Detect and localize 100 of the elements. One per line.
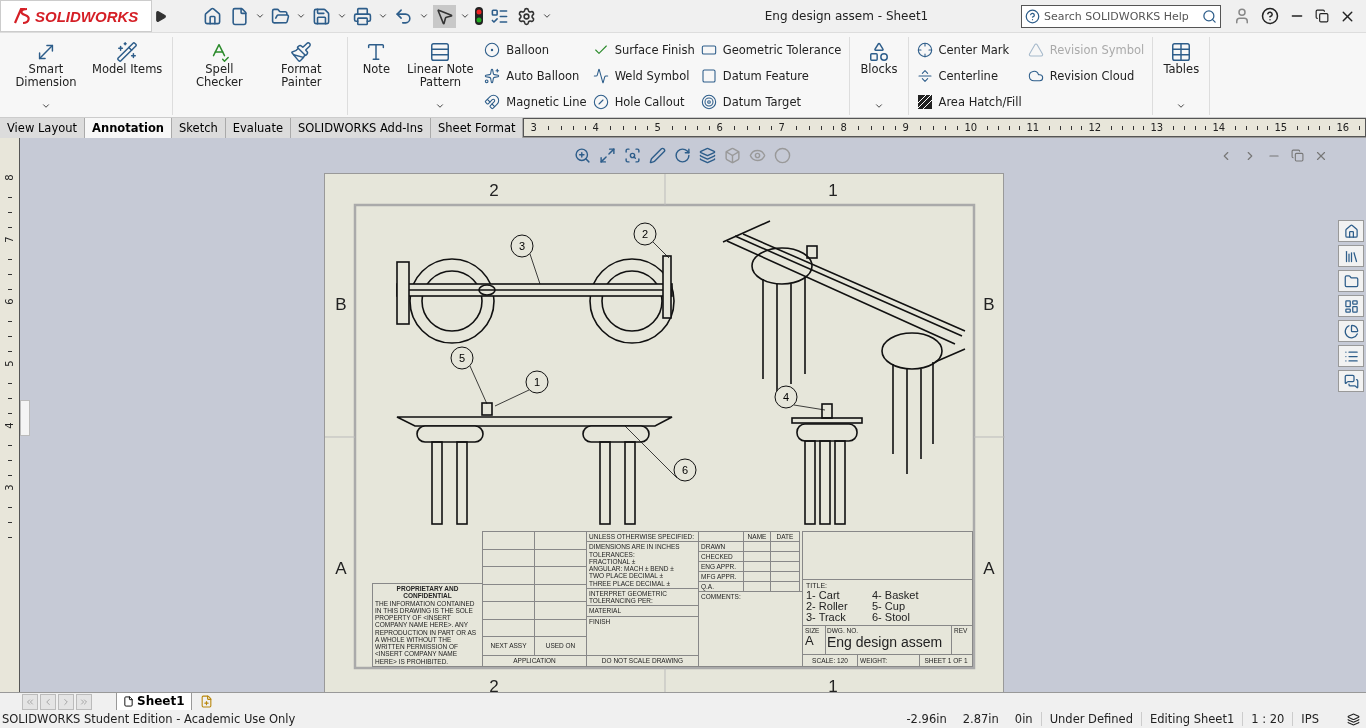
ribbon-button[interactable]: Format Painter (263, 37, 340, 115)
zoom-fit-icon[interactable] (597, 145, 618, 166)
ribbon-tab[interactable]: SOLIDWORKS Add-Ins (291, 118, 431, 138)
leader-line (529, 253, 541, 285)
ribbon-tab[interactable]: Sheet Format (431, 118, 524, 138)
folder-icon[interactable] (1338, 270, 1364, 292)
window-title: Eng design assem - Sheet1 (763, 9, 930, 23)
rectangle-icon (700, 42, 717, 58)
chat-icon[interactable] (1338, 370, 1364, 392)
ribbon-button[interactable]: Auto Balloon (484, 66, 587, 86)
dashboard-icon[interactable] (1338, 295, 1364, 317)
logo-mark-icon (13, 7, 33, 25)
search-icon (1202, 8, 1217, 24)
zigzag-line-icon (592, 68, 609, 84)
rotate-icon[interactable] (672, 145, 693, 166)
status-field: 0in (1006, 712, 1041, 726)
zone-label: B (983, 295, 995, 314)
drawing-number: Eng design assem (827, 634, 944, 651)
user-icon[interactable] (1233, 7, 1251, 25)
leader-line (494, 389, 530, 407)
vertical-ruler: 8 7 6 5 4 3 (0, 138, 20, 692)
centerline-icon (916, 68, 933, 84)
status-text: SOLIDWORKS Student Edition - Academic Use Only (2, 712, 296, 726)
triangle-icon (1027, 42, 1044, 58)
leader-line (793, 404, 826, 411)
add-sheet-icon[interactable] (199, 695, 213, 708)
paintbrush-icon (290, 41, 313, 63)
ribbon-button[interactable]: Note (356, 37, 397, 115)
library-icon[interactable] (1338, 245, 1364, 267)
ribbon-button[interactable]: Spell Checker (181, 37, 258, 115)
app-logo[interactable]: SOLIDWORKS (0, 0, 152, 32)
ribbon-button[interactable]: Balloon (484, 40, 587, 60)
status-field: -2.96in (898, 712, 955, 726)
ribbon-button[interactable]: Surface Finish (592, 40, 695, 60)
balloon: 5 (450, 346, 474, 370)
chevron-icon (61, 696, 71, 707)
layers-icon[interactable] (1347, 712, 1360, 726)
caret-icon (460, 11, 470, 21)
ribbon-button[interactable]: Datum Target (700, 92, 842, 112)
ribbon-button[interactable]: Smart Dimension (8, 37, 84, 115)
help-icon (1025, 8, 1040, 24)
restore-icon[interactable] (1315, 9, 1329, 23)
ribbon-tab[interactable]: Annotation (85, 118, 172, 138)
balloon: 2 (633, 222, 657, 246)
ribbon-button[interactable]: Weld Symbol (592, 66, 695, 86)
slashed-circle-icon (592, 94, 609, 110)
ribbon-button[interactable]: Magnetic Line (484, 92, 587, 112)
zoom-area-icon[interactable] (622, 145, 643, 166)
traffic-light-icon (474, 6, 484, 26)
horizontal-ruler: 3 4 5 6 7 8 9 10 11 12 13 14 15 16 (523, 118, 1366, 137)
shapes-icon (867, 41, 890, 63)
ribbon-button[interactable]: Hole Callout (592, 92, 695, 112)
ribbon-button[interactable]: Blocks (858, 37, 900, 115)
ribbon-button[interactable]: Linear Note Pattern (402, 37, 479, 115)
ribbon-button[interactable]: Revision Cloud (1027, 66, 1145, 86)
ribbon-button[interactable]: Center Mark (916, 40, 1022, 60)
chevron-icon (79, 696, 89, 707)
help-icon[interactable] (1261, 7, 1279, 25)
cloud-icon (1027, 68, 1044, 84)
status-field: 2.87in (954, 712, 1007, 726)
leader-line (652, 241, 670, 259)
zone-label: 2 (489, 181, 499, 200)
caret-icon (542, 11, 552, 21)
sheet-size: A (805, 634, 815, 649)
balloon: 3 (510, 234, 534, 258)
sparkles-icon (484, 68, 501, 84)
pen-icon[interactable] (647, 145, 668, 166)
leader-line (624, 425, 678, 479)
sheet-tab[interactable]: Sheet1 (116, 692, 192, 711)
magic-wand-icon (116, 41, 139, 63)
rows-icon (429, 41, 452, 63)
ribbon-tab[interactable]: View Layout (0, 118, 86, 138)
pie-chart-icon[interactable] (1338, 320, 1364, 342)
zone-label: 1 (828, 677, 838, 692)
ribbon-button[interactable]: Model Items (90, 37, 165, 115)
panel-handle[interactable] (20, 400, 30, 436)
list-icon[interactable] (1338, 345, 1364, 367)
target-icon (700, 94, 717, 110)
status-field: 1 : 20 (1242, 712, 1293, 726)
sheet-icon (123, 695, 134, 707)
caret-icon (419, 11, 429, 21)
ribbon-button[interactable]: Centerline (916, 66, 1022, 86)
parts-list: 1- Cart 4- Basket 2- Roller 5- Cup 3- Track 6- Stool (806, 590, 969, 623)
select-pointer-icon[interactable] (433, 4, 456, 28)
ribbon-tab[interactable]: Sketch (172, 118, 226, 138)
caret-icon (296, 11, 306, 21)
caret-icon (255, 11, 265, 21)
search-field[interactable]: Search SOLIDWORKS Help (1021, 4, 1221, 28)
ribbon-button[interactable]: Area Hatch/Fill (916, 92, 1022, 112)
crosshair-icon (916, 42, 933, 58)
ribbon-button[interactable]: Tables (1161, 37, 1202, 115)
ribbon-tab[interactable]: Evaluate (225, 118, 291, 138)
hatched-square-icon (916, 94, 933, 110)
circle-dot-icon (484, 42, 501, 58)
status-field: IPS (1292, 712, 1327, 726)
ribbon-button[interactable]: Datum Feature (700, 66, 842, 86)
home-icon[interactable] (1338, 220, 1364, 242)
square-icon (700, 68, 717, 84)
ribbon-button[interactable]: Geometric Tolerance (700, 40, 842, 60)
magnet-icon (484, 94, 501, 110)
